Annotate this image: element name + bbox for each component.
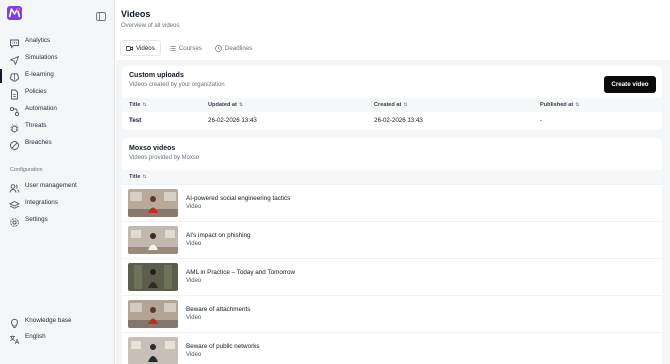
custom-uploads-subtitle: Videos created by your organization: [129, 82, 225, 88]
sidebar-item-label: Knowledge base: [25, 317, 72, 324]
sidebar: Analytics Simulations E-learning Policie…: [0, 0, 114, 364]
sidebar-item-knowledge-base[interactable]: Knowledge base: [0, 315, 114, 331]
video-type: Video: [186, 241, 202, 247]
video-title: AI-powered social engineering tactics: [186, 195, 291, 202]
content-area: Custom uploads Videos created by your or…: [116, 60, 670, 364]
video-thumbnail[interactable]: [128, 189, 178, 217]
video-type: Video: [186, 315, 202, 321]
column-header-created[interactable]: Created at ⇅: [374, 102, 408, 108]
video-thumbnail[interactable]: [128, 226, 178, 254]
tab-label: Deadlines: [224, 44, 253, 52]
sidebar-item-label: Integrations: [25, 199, 58, 206]
sidebar-item-label: User management: [25, 182, 77, 189]
tab-videos[interactable]: Videos: [120, 40, 161, 56]
automation-icon: [9, 104, 20, 117]
moxso-videos-subtitle: Videos provided by Moxso: [129, 155, 200, 161]
layers-icon: [9, 198, 20, 209]
column-header-title[interactable]: Title ⇅: [129, 174, 147, 180]
chat-analytics-icon: [9, 36, 20, 49]
cell-published: -: [540, 117, 543, 124]
sidebar-item-automation[interactable]: Automation: [0, 103, 114, 119]
video-thumbnail[interactable]: [128, 337, 178, 364]
sidebar-item-label: Analytics: [25, 37, 51, 44]
tab-deadlines[interactable]: Deadlines: [210, 40, 258, 56]
video-title: Beware of public networks: [186, 343, 260, 350]
sidebar-item-label: English: [25, 333, 46, 340]
sidebar-item-settings[interactable]: Settings: [0, 214, 114, 230]
lightbulb-icon: [9, 316, 20, 328]
collapse-sidebar-icon[interactable]: [96, 8, 106, 21]
moxso-videos-title: Moxso videos: [129, 145, 176, 152]
video-type: Video: [186, 352, 202, 358]
no-entry-icon: [9, 138, 20, 150]
sidebar-item-policies[interactable]: Policies: [0, 86, 114, 102]
sort-icon: ⇅: [238, 102, 244, 108]
custom-uploads-card: Custom uploads Videos created by your or…: [122, 66, 662, 130]
page-subtitle: Overview of all videos: [121, 23, 180, 29]
video-list-item[interactable]: AI-powered social engineering tactics Vi…: [122, 184, 662, 221]
custom-uploads-title: Custom uploads: [129, 72, 184, 79]
moxso-logo[interactable]: [7, 6, 22, 20]
moxso-videos-card: Moxso videos Videos provided by Moxso Ti…: [122, 138, 662, 364]
sort-icon: ⇅: [403, 102, 408, 108]
list-icon: [169, 45, 176, 51]
video-list-item[interactable]: Beware of attachments Video: [122, 295, 662, 332]
sidebar-item-integrations[interactable]: Integrations: [0, 197, 114, 213]
table-row[interactable]: Test 26-02-2026 13:43 26-02-2026 13:43 -: [122, 113, 662, 129]
sidebar-item-e-learning[interactable]: E-learning: [0, 69, 114, 85]
sidebar-item-label: Policies: [25, 88, 47, 95]
video-type: Video: [186, 278, 202, 284]
main-content: Videos Overview of all videos Videos Cou…: [114, 0, 670, 364]
create-video-button[interactable]: Create video: [604, 76, 656, 93]
sidebar-item-user-management[interactable]: User management: [0, 180, 114, 196]
table-header: Title ⇅ Updated at ⇅ Created at ⇅ Published…: [122, 98, 662, 112]
bug-icon: [9, 121, 20, 133]
gear-icon: [9, 215, 20, 227]
sidebar-item-language[interactable]: English: [0, 331, 114, 347]
video-title: AML in Practice – Today and Tomorrow: [186, 269, 296, 276]
video-camera-icon: [126, 45, 133, 51]
tab-label: Videos: [136, 44, 155, 52]
column-header-published[interactable]: Published at ⇅: [540, 102, 579, 108]
sidebar-item-label: Breaches: [25, 139, 52, 146]
sidebar-item-breaches[interactable]: Breaches: [0, 137, 114, 153]
sidebar-item-analytics[interactable]: Analytics: [0, 35, 114, 51]
video-type: Video: [186, 204, 202, 210]
sidebar-item-simulations[interactable]: Simulations: [0, 52, 114, 68]
sort-icon: ⇅: [142, 102, 147, 108]
send-icon: [9, 53, 20, 65]
table-header: Title ⇅: [122, 170, 662, 184]
users-icon: [9, 181, 20, 193]
sidebar-item-threats[interactable]: Threats: [0, 120, 114, 136]
sidebar-item-label: E-learning: [25, 71, 54, 78]
video-list-item[interactable]: AI's impact on phishing Video: [122, 221, 662, 258]
section-label-configuration: Configuration: [10, 167, 43, 173]
cell-title: Test: [129, 117, 142, 124]
column-header-updated[interactable]: Updated at ⇅: [208, 102, 243, 108]
document-icon: [9, 87, 20, 100]
sidebar-item-label: Threats: [25, 122, 47, 129]
cell-updated: 26-02-2026 13:43: [208, 117, 257, 124]
sort-icon: ⇅: [575, 102, 580, 108]
cell-created: 26-02-2026 13:43: [374, 117, 423, 124]
brain-icon: [9, 70, 20, 82]
video-thumbnail[interactable]: [128, 263, 178, 291]
tab-courses[interactable]: Courses: [164, 40, 207, 56]
page-title: Videos: [121, 9, 151, 19]
tab-label: Courses: [178, 44, 202, 52]
column-header-title[interactable]: Title ⇅: [129, 102, 147, 108]
video-list-item[interactable]: Beware of public networks Video: [122, 332, 662, 364]
video-thumbnail[interactable]: [128, 300, 178, 328]
language-icon: [9, 332, 20, 345]
sidebar-item-label: Settings: [25, 216, 48, 223]
video-title: Beware of attachments: [186, 306, 251, 313]
sidebar-item-label: Simulations: [25, 54, 58, 61]
sort-icon: ⇅: [142, 174, 147, 180]
video-title: AI's impact on phishing: [186, 232, 251, 239]
sidebar-item-label: Automation: [25, 105, 57, 112]
clock-icon: [215, 44, 222, 52]
tab-bar: Videos Courses Deadlines: [120, 40, 260, 56]
video-list-item[interactable]: AML in Practice – Today and Tomorrow Vid…: [122, 258, 662, 295]
